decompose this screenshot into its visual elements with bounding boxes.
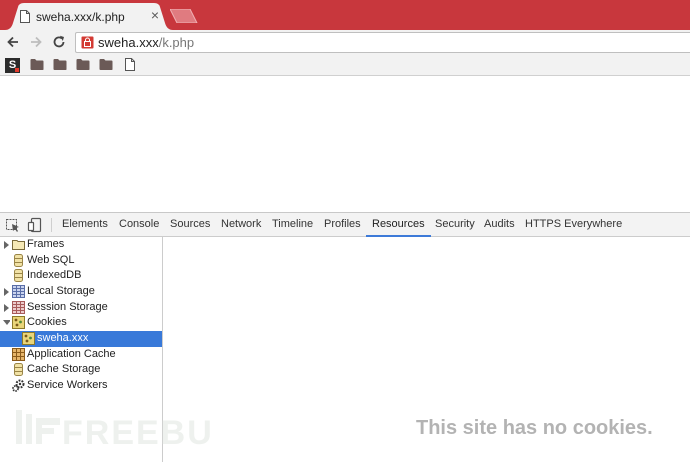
folder-icon[interactable]: [53, 58, 67, 71]
sidebar-item-label: Local Storage: [27, 285, 95, 297]
page-viewport[interactable]: [0, 77, 690, 212]
tab-close-button[interactable]: ×: [148, 8, 162, 22]
collapse-arrow-icon[interactable]: [3, 319, 10, 327]
database-icon: [14, 269, 23, 282]
folder-icon[interactable]: [99, 58, 113, 71]
table-icon: [12, 301, 25, 314]
table-icon: [12, 285, 25, 298]
sidebar-item-label: Cache Storage: [27, 363, 101, 375]
url-host: sweha.xxx: [98, 35, 159, 50]
devtools-tab-bar: Elements Console Sources Network Timelin…: [0, 213, 690, 237]
sidebar-item-label: sweha.xxx: [37, 332, 89, 344]
database-icon: [14, 254, 23, 267]
url-path: /k.php: [158, 35, 195, 50]
sidebar-item-local-storage[interactable]: Local Storage: [0, 284, 162, 300]
sidebar-item-label: IndexedDB: [27, 269, 82, 281]
sidebar-item-label: Application Cache: [27, 348, 116, 360]
folder-icon[interactable]: [76, 58, 90, 71]
sidebar-item-label: Cookies: [27, 316, 67, 328]
new-tab-button[interactable]: [170, 9, 198, 23]
folder-icon: [12, 240, 25, 250]
forward-arrow-icon[interactable]: [28, 34, 44, 50]
toolbar-divider: [51, 218, 52, 232]
tab-profiles[interactable]: Profiles: [324, 213, 361, 236]
sidebar-item-cache-storage[interactable]: Cache Storage: [0, 362, 162, 378]
sidebar-item-session-storage[interactable]: Session Storage: [0, 300, 162, 316]
empty-cookies-message: This site has no cookies.: [416, 417, 653, 439]
sidebar-item-label: Web SQL: [27, 254, 75, 266]
sidebar-item-frames[interactable]: Frames: [0, 237, 162, 253]
page-icon: [20, 10, 30, 23]
tab-console[interactable]: Console: [119, 213, 159, 236]
watermark-text: FREEBUF: [62, 414, 214, 452]
browser-toolbar: sweha.xxx/k.php: [0, 30, 690, 54]
expand-arrow-icon[interactable]: [3, 288, 10, 296]
database-icon: [14, 363, 23, 376]
bookmarks-bar: S: [0, 54, 690, 76]
s-logo-dot: [15, 68, 19, 72]
reload-icon[interactable]: [51, 34, 67, 50]
back-arrow-icon[interactable]: [5, 34, 21, 50]
tab-https-everywhere[interactable]: HTTPS Everywhere: [525, 213, 622, 236]
sidebar-item-application-cache[interactable]: Application Cache: [0, 347, 162, 363]
tab-audits[interactable]: Audits: [484, 213, 515, 236]
tab-sources[interactable]: Sources: [170, 213, 210, 236]
s-logo-icon[interactable]: S: [5, 58, 20, 73]
cookie-icon: [22, 332, 35, 345]
cookies-view: This site has no cookies.: [164, 237, 690, 462]
expand-arrow-icon[interactable]: [3, 304, 10, 312]
broken-lock-icon[interactable]: [81, 36, 94, 49]
device-mode-icon[interactable]: [27, 217, 43, 233]
gears-icon: [12, 379, 25, 392]
sidebar-item-label: Session Storage: [27, 301, 108, 313]
sidebar-item-cookies[interactable]: Cookies: [0, 315, 162, 331]
inspect-element-icon[interactable]: [5, 217, 21, 233]
freebuf-watermark-logo: FREEBUF: [16, 410, 214, 452]
tab-security[interactable]: Security: [435, 213, 475, 236]
sidebar-item-indexeddb[interactable]: IndexedDB: [0, 268, 162, 284]
sidebar-item-label: Frames: [27, 238, 65, 250]
folder-icon[interactable]: [30, 58, 44, 71]
grid-icon: [12, 348, 25, 361]
tab-elements[interactable]: Elements: [62, 213, 108, 236]
expand-arrow-icon[interactable]: [3, 241, 10, 249]
browser-tab[interactable]: sweha.xxx/k.php ×: [5, 3, 173, 30]
url-text[interactable]: sweha.xxx/k.php: [98, 35, 194, 50]
address-bar[interactable]: sweha.xxx/k.php: [75, 32, 690, 53]
sidebar-item-label: Service Workers: [27, 379, 108, 391]
tab-title: sweha.xxx/k.php: [36, 10, 125, 24]
title-bar: sweha.xxx/k.php ×: [0, 0, 690, 30]
sidebar-item-web-sql[interactable]: Web SQL: [0, 253, 162, 269]
sidebar-item-service-workers[interactable]: Service Workers: [0, 378, 162, 394]
tab-timeline[interactable]: Timeline: [272, 213, 313, 236]
tab-resources[interactable]: Resources: [366, 213, 431, 237]
cookie-icon: [12, 316, 25, 329]
page-icon[interactable]: [123, 58, 137, 71]
tab-network[interactable]: Network: [221, 213, 261, 236]
sidebar-item-sweha-cookie[interactable]: sweha.xxx: [0, 331, 162, 347]
